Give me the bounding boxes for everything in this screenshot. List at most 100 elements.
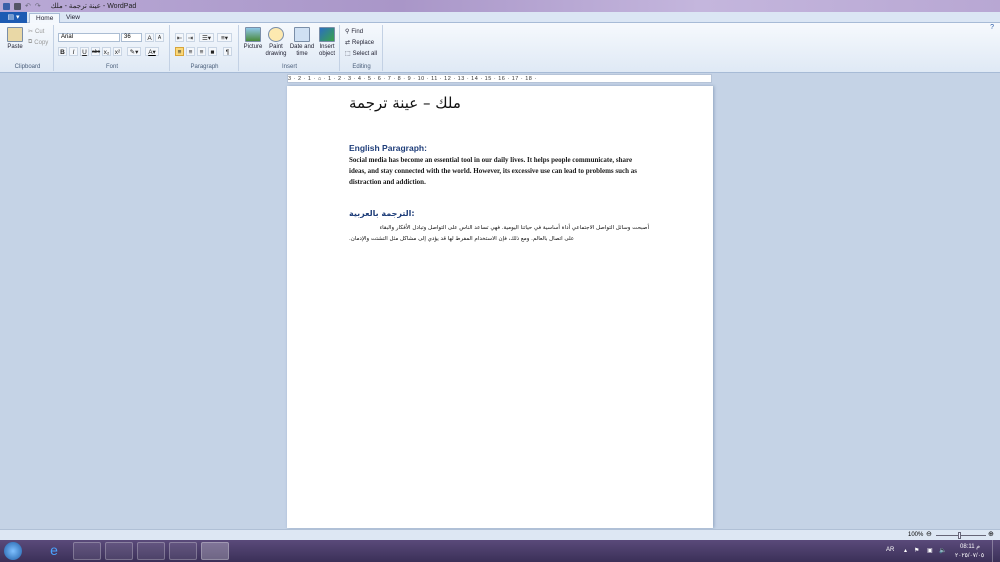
- redo-icon[interactable]: ↷: [35, 2, 41, 10]
- insert-group: Picture Paint drawing Date and time Inse…: [240, 25, 340, 71]
- datetime-label: Date and time: [289, 44, 315, 57]
- replace-icon: ⇄: [345, 40, 351, 46]
- app-menu-button[interactable]: ▤ ▾: [0, 12, 27, 23]
- paste-label: Paste: [7, 44, 23, 50]
- status-bar: 100% ⊖ ⊕: [0, 529, 1000, 540]
- editing-label: Editing: [352, 64, 371, 70]
- start-button[interactable]: [4, 542, 22, 560]
- align-right-icon[interactable]: ≡: [197, 47, 206, 56]
- editing-group: ⚲ Find ⇄ Replace ⬚ Select all Editing: [341, 25, 383, 71]
- clipboard-label: Clipboard: [14, 64, 41, 70]
- taskbar: e AR ▴ ⚑ ▣ 🔈 08:11 م ٢٠٢٥/٠٧/٠٥: [0, 540, 1000, 562]
- explorer-icon[interactable]: [73, 542, 101, 560]
- clipboard-group: Paste ✂ Cut ⧉ Copy Clipboard: [2, 25, 54, 71]
- paragraph-label: Paragraph: [190, 64, 219, 70]
- paragraph-settings-icon[interactable]: ¶: [223, 47, 232, 56]
- font-group: Arial 36 A A B I U abc x₂ x² ✎▾ A▾ Font: [55, 25, 170, 71]
- document-page[interactable]: ملك – عينة ترجمة English Paragraph: Soci…: [287, 86, 713, 528]
- copy-button[interactable]: ⧉ Copy: [28, 39, 48, 46]
- english-heading: English Paragraph:: [349, 143, 427, 153]
- paint-drawing-button[interactable]: Paint drawing: [264, 27, 288, 57]
- insert-object-button[interactable]: Insert object: [316, 27, 338, 57]
- zoom-level: 100%: [908, 532, 924, 538]
- show-hidden-icons[interactable]: ▴: [904, 547, 907, 554]
- shrink-font-button[interactable]: A: [155, 33, 164, 42]
- select-all-button[interactable]: ⬚ Select all: [345, 50, 378, 58]
- tab-view[interactable]: View: [60, 13, 86, 23]
- zoom-slider[interactable]: [936, 535, 986, 536]
- font-family-select[interactable]: Arial: [58, 33, 120, 42]
- italic-button[interactable]: I: [69, 47, 78, 56]
- binoculars-icon: ⚲: [345, 29, 350, 35]
- picture-button[interactable]: Picture: [242, 27, 264, 51]
- font-color-icon[interactable]: A▾: [145, 47, 159, 56]
- undo-icon[interactable]: ↶: [25, 2, 31, 10]
- select-all-label: Select all: [352, 50, 378, 57]
- window-title: عينة ترجمة - ملك - WordPad: [50, 3, 137, 10]
- replace-label: Replace: [352, 39, 375, 46]
- paste-button[interactable]: Paste: [5, 27, 25, 51]
- find-button[interactable]: ⚲ Find: [345, 28, 364, 36]
- decrease-indent-icon[interactable]: ⇤: [175, 33, 184, 42]
- paragraph-group: ⇤ ⇥ ☰▾ ≡▾ ≡ ≡ ≡ ■ ¶ Paragraph: [171, 25, 239, 71]
- zoom-slider-thumb[interactable]: [958, 532, 961, 539]
- clock-time[interactable]: 08:11 م: [960, 543, 980, 550]
- ribbon-tabs: ▤ ▾ Home View: [0, 12, 1000, 23]
- subscript-button[interactable]: x₂: [102, 47, 111, 56]
- align-left-icon[interactable]: ≡: [175, 47, 184, 56]
- copy-label: Copy: [34, 39, 49, 46]
- arabic-line-1: أصبحت وسائل التواصل الاجتماعي أداة أساسي…: [379, 225, 649, 231]
- volume-icon[interactable]: 🔈: [939, 547, 946, 554]
- highlight-icon[interactable]: ✎▾: [127, 47, 141, 56]
- zoom-in-icon[interactable]: ⊕: [988, 530, 994, 538]
- scissors-icon: ✂: [28, 29, 34, 35]
- justify-icon[interactable]: ■: [208, 47, 217, 56]
- insert-label: Insert: [281, 64, 297, 70]
- wordpad-taskbar-button[interactable]: [201, 542, 229, 560]
- arabic-paragraph: أصبحت وسائل التواصل الاجتماعي أداة أساسي…: [349, 223, 649, 245]
- chrome-icon[interactable]: [137, 542, 165, 560]
- ribbon: Paste ✂ Cut ⧉ Copy Clipboard Arial 36 A A …: [0, 23, 1000, 73]
- paint-label: Paint drawing: [265, 44, 287, 57]
- paste-icon: [7, 27, 23, 42]
- english-paragraph: Social media has become an essential too…: [349, 156, 637, 186]
- media-player-icon[interactable]: [105, 542, 133, 560]
- ruler[interactable]: 3 · 2 · 1 · ⌂ · 1 · 2 · 3 · 4 · 5 · 6 · …: [287, 74, 712, 83]
- font-size-select[interactable]: 36: [121, 33, 142, 42]
- save-icon[interactable]: [14, 2, 21, 10]
- paint-palette-icon: [268, 27, 284, 42]
- select-all-icon: ⬚: [345, 51, 351, 57]
- show-desktop-button[interactable]: [992, 540, 1000, 562]
- superscript-button[interactable]: x²: [113, 47, 122, 56]
- picture-label: Picture: [243, 44, 263, 50]
- object-label: Insert object: [318, 44, 335, 57]
- wordpad-icon: [3, 2, 10, 10]
- arabic-heading: الترجمة بالعربية:: [349, 209, 415, 218]
- bold-button[interactable]: B: [58, 47, 67, 56]
- increase-indent-icon[interactable]: ⇥: [186, 33, 195, 42]
- tab-home[interactable]: Home: [29, 13, 61, 23]
- arabic-line-2: على اتصال بالعالم. ومع ذلك، فإن الاستخدا…: [349, 236, 575, 242]
- cut-label: Cut: [35, 28, 45, 35]
- title-bar: ↶ ↷ عينة ترجمة - ملك - WordPad: [0, 0, 1000, 12]
- strikethrough-button[interactable]: abc: [91, 47, 100, 56]
- date-time-button[interactable]: Date and time: [289, 27, 315, 57]
- action-center-icon[interactable]: ⚑: [914, 547, 919, 554]
- help-icon[interactable]: ?: [990, 24, 994, 31]
- language-indicator[interactable]: AR: [886, 547, 894, 553]
- chrome-icon-2[interactable]: [169, 542, 197, 560]
- calendar-clock-icon: [294, 27, 310, 42]
- replace-button[interactable]: ⇄ Replace: [345, 39, 375, 47]
- ie-icon[interactable]: e: [40, 542, 68, 560]
- grow-font-button[interactable]: A: [145, 33, 154, 42]
- zoom-out-icon[interactable]: ⊖: [926, 530, 932, 538]
- copy-icon: ⧉: [28, 39, 33, 45]
- bullets-icon[interactable]: ☰▾: [199, 33, 214, 42]
- cut-button[interactable]: ✂ Cut: [28, 28, 45, 36]
- line-spacing-icon[interactable]: ≡▾: [217, 33, 232, 42]
- clock-date[interactable]: ٢٠٢٥/٠٧/٠٥: [955, 552, 984, 559]
- network-icon[interactable]: ▣: [927, 547, 933, 554]
- find-label: Find: [351, 28, 364, 35]
- align-center-icon[interactable]: ≡: [186, 47, 195, 56]
- underline-button[interactable]: U: [80, 47, 89, 56]
